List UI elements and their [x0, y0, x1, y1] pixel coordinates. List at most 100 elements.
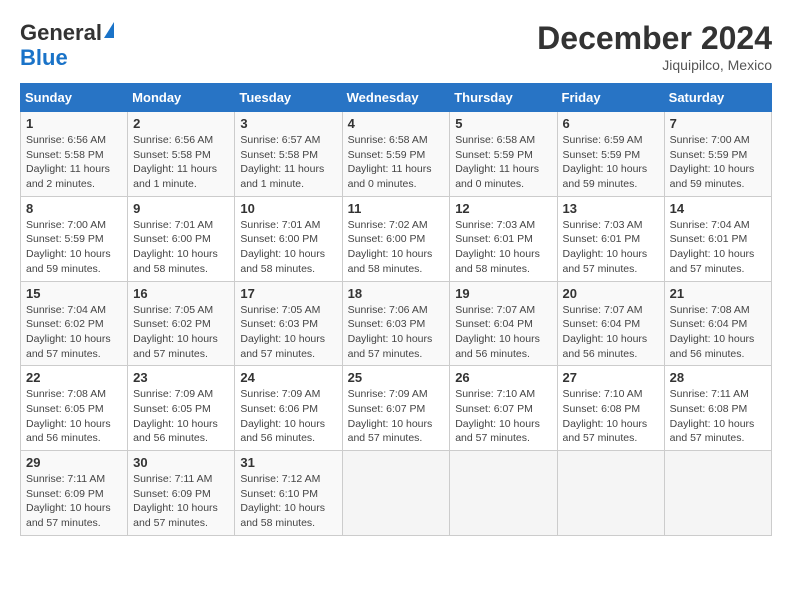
day-number: 1 [26, 116, 122, 131]
day-info: Sunrise: 7:07 AMSunset: 6:04 PMDaylight:… [563, 303, 659, 362]
day-info: Sunrise: 6:57 AMSunset: 5:58 PMDaylight:… [240, 133, 336, 192]
day-number: 2 [133, 116, 229, 131]
day-number: 5 [455, 116, 551, 131]
header-monday: Monday [128, 84, 235, 112]
day-info: Sunrise: 7:08 AMSunset: 6:04 PMDaylight:… [670, 303, 766, 362]
calendar-cell [342, 451, 450, 536]
header-thursday: Thursday [450, 84, 557, 112]
day-info: Sunrise: 7:00 AMSunset: 5:59 PMDaylight:… [26, 218, 122, 277]
day-number: 16 [133, 286, 229, 301]
day-info: Sunrise: 7:00 AMSunset: 5:59 PMDaylight:… [670, 133, 766, 192]
calendar-cell: 17 Sunrise: 7:05 AMSunset: 6:03 PMDayligh… [235, 281, 342, 366]
day-info: Sunrise: 7:07 AMSunset: 6:04 PMDaylight:… [455, 303, 551, 362]
calendar-cell: 28Sunrise: 7:11 AMSunset: 6:08 PMDayligh… [664, 366, 771, 451]
week-row-1: 8 Sunrise: 7:00 AMSunset: 5:59 PMDaylight… [21, 196, 772, 281]
day-info: Sunrise: 7:09 AMSunset: 6:06 PMDaylight:… [240, 387, 336, 446]
week-row-0: 1 Sunrise: 6:56 AMSunset: 5:58 PMDaylight… [21, 112, 772, 197]
day-number: 21 [670, 286, 766, 301]
day-info: Sunrise: 7:09 AMSunset: 6:05 PMDaylight:… [133, 387, 229, 446]
calendar-cell: 4 Sunrise: 6:58 AMSunset: 5:59 PMDaylight… [342, 112, 450, 197]
day-info: Sunrise: 7:01 AMSunset: 6:00 PMDaylight:… [133, 218, 229, 277]
calendar-cell: 21 Sunrise: 7:08 AMSunset: 6:04 PMDayligh… [664, 281, 771, 366]
day-number: 14 [670, 201, 766, 216]
header-friday: Friday [557, 84, 664, 112]
day-info: Sunrise: 7:10 AMSunset: 6:08 PMDaylight:… [563, 387, 659, 446]
calendar-cell: 23 Sunrise: 7:09 AMSunset: 6:05 PMDayligh… [128, 366, 235, 451]
calendar-cell: 5Sunrise: 6:58 AMSunset: 5:59 PMDaylight… [450, 112, 557, 197]
calendar-cell: 12 Sunrise: 7:03 AMSunset: 6:01 PMDayligh… [450, 196, 557, 281]
day-number: 31 [240, 455, 336, 470]
calendar-cell: 11Sunrise: 7:02 AMSunset: 6:00 PMDayligh… [342, 196, 450, 281]
day-info: Sunrise: 7:03 AMSunset: 6:01 PMDaylight:… [455, 218, 551, 277]
day-number: 13 [563, 201, 659, 216]
calendar-cell: 13 Sunrise: 7:03 AMSunset: 6:01 PMDayligh… [557, 196, 664, 281]
calendar-cell: 18Sunrise: 7:06 AMSunset: 6:03 PMDayligh… [342, 281, 450, 366]
header: General Blue December 2024 Jiquipilco, M… [20, 20, 772, 73]
day-info: Sunrise: 7:10 AMSunset: 6:07 PMDaylight:… [455, 387, 551, 446]
calendar-cell: 14 Sunrise: 7:04 AMSunset: 6:01 PMDayligh… [664, 196, 771, 281]
location: Jiquipilco, Mexico [537, 57, 772, 73]
day-info: Sunrise: 7:12 AMSunset: 6:10 PMDaylight:… [240, 472, 336, 531]
day-info: Sunrise: 6:58 AMSunset: 5:59 PMDaylight:… [348, 133, 445, 192]
calendar-cell: 3Sunrise: 6:57 AMSunset: 5:58 PMDaylight… [235, 112, 342, 197]
day-number: 22 [26, 370, 122, 385]
calendar-cell: 16Sunrise: 7:05 AMSunset: 6:02 PMDayligh… [128, 281, 235, 366]
day-info: Sunrise: 7:05 AMSunset: 6:03 PMDaylight:… [240, 303, 336, 362]
logo-general: General [20, 20, 102, 45]
logo-triangle-icon [104, 22, 114, 38]
calendar-cell: 1 Sunrise: 6:56 AMSunset: 5:58 PMDaylight… [21, 112, 128, 197]
day-number: 12 [455, 201, 551, 216]
calendar-cell: 31 Sunrise: 7:12 AMSunset: 6:10 PMDayligh… [235, 451, 342, 536]
calendar-cell: 30Sunrise: 7:11 AMSunset: 6:09 PMDayligh… [128, 451, 235, 536]
calendar-cell: 7Sunrise: 7:00 AMSunset: 5:59 PMDaylight… [664, 112, 771, 197]
week-row-4: 29 Sunrise: 7:11 AMSunset: 6:09 PMDayligh… [21, 451, 772, 536]
day-info: Sunrise: 6:56 AMSunset: 5:58 PMDaylight:… [26, 133, 122, 192]
calendar-cell [557, 451, 664, 536]
day-number: 17 [240, 286, 336, 301]
day-number: 10 [240, 201, 336, 216]
month-title: December 2024 [537, 20, 772, 57]
header-wednesday: Wednesday [342, 84, 450, 112]
header-sunday: Sunday [21, 84, 128, 112]
day-number: 9 [133, 201, 229, 216]
logo-text: General Blue [20, 20, 114, 71]
calendar-cell: 29Sunrise: 7:11 AMSunset: 6:09 PMDayligh… [21, 451, 128, 536]
calendar-cell: 15 Sunrise: 7:04 AMSunset: 6:02 PMDayligh… [21, 281, 128, 366]
day-info: Sunrise: 7:11 AMSunset: 6:09 PMDaylight:… [133, 472, 229, 531]
day-number: 27 [563, 370, 659, 385]
day-info: Sunrise: 7:01 AMSunset: 6:00 PMDaylight:… [240, 218, 336, 277]
calendar-cell: 24Sunrise: 7:09 AMSunset: 6:06 PMDayligh… [235, 366, 342, 451]
calendar-cell: 8 Sunrise: 7:00 AMSunset: 5:59 PMDaylight… [21, 196, 128, 281]
calendar-cell: 27 Sunrise: 7:10 AMSunset: 6:08 PMDayligh… [557, 366, 664, 451]
day-info: Sunrise: 7:04 AMSunset: 6:02 PMDaylight:… [26, 303, 122, 362]
day-number: 15 [26, 286, 122, 301]
calendar-cell [664, 451, 771, 536]
title-area: December 2024 Jiquipilco, Mexico [537, 20, 772, 73]
day-number: 4 [348, 116, 445, 131]
header-saturday: Saturday [664, 84, 771, 112]
day-number: 19 [455, 286, 551, 301]
day-number: 29 [26, 455, 122, 470]
day-info: Sunrise: 7:08 AMSunset: 6:05 PMDaylight:… [26, 387, 122, 446]
logo-blue: Blue [20, 45, 114, 70]
calendar-cell: 19 Sunrise: 7:07 AMSunset: 6:04 PMDayligh… [450, 281, 557, 366]
week-row-2: 15 Sunrise: 7:04 AMSunset: 6:02 PMDayligh… [21, 281, 772, 366]
calendar-cell: 6Sunrise: 6:59 AMSunset: 5:59 PMDaylight… [557, 112, 664, 197]
calendar-cell: 25Sunrise: 7:09 AMSunset: 6:07 PMDayligh… [342, 366, 450, 451]
day-info: Sunrise: 7:02 AMSunset: 6:00 PMDaylight:… [348, 218, 445, 277]
day-number: 18 [348, 286, 445, 301]
logo: General Blue [20, 20, 114, 71]
day-number: 20 [563, 286, 659, 301]
day-info: Sunrise: 7:03 AMSunset: 6:01 PMDaylight:… [563, 218, 659, 277]
week-row-3: 22 Sunrise: 7:08 AMSunset: 6:05 PMDayligh… [21, 366, 772, 451]
calendar-table: SundayMondayTuesdayWednesdayThursdayFrid… [20, 83, 772, 536]
day-info: Sunrise: 7:04 AMSunset: 6:01 PMDaylight:… [670, 218, 766, 277]
header-tuesday: Tuesday [235, 84, 342, 112]
day-number: 23 [133, 370, 229, 385]
day-info: Sunrise: 6:59 AMSunset: 5:59 PMDaylight:… [563, 133, 659, 192]
header-row: SundayMondayTuesdayWednesdayThursdayFrid… [21, 84, 772, 112]
day-number: 8 [26, 201, 122, 216]
day-number: 26 [455, 370, 551, 385]
day-number: 25 [348, 370, 445, 385]
calendar-cell: 26 Sunrise: 7:10 AMSunset: 6:07 PMDayligh… [450, 366, 557, 451]
